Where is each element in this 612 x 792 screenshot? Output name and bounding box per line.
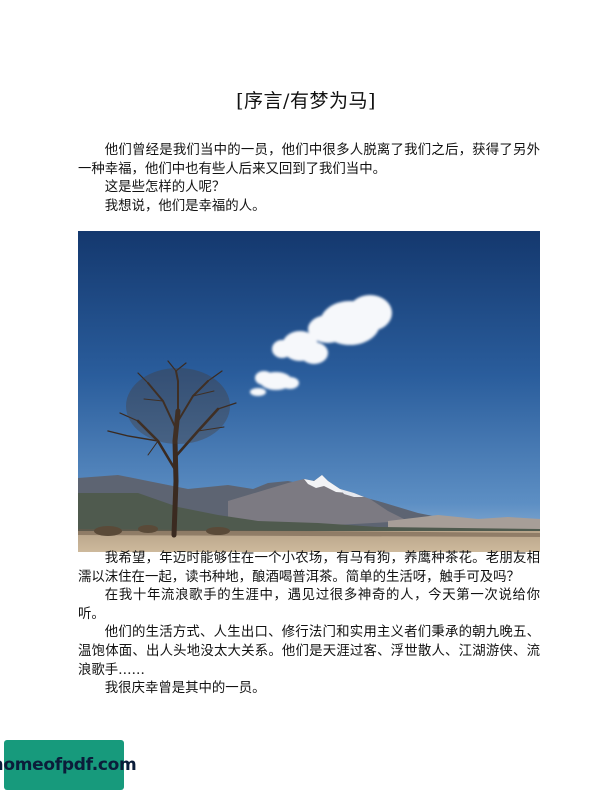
landscape-photo <box>78 231 540 552</box>
body-section: 我希望，年迈时能够住在一个小农场，有马有狗，养鹰种茶花。老朋友相濡以沫住在一起，… <box>78 550 540 699</box>
watermark-text: homeofpdf.com <box>0 755 137 775</box>
page-title: [序言/有梦为马] <box>236 90 376 112</box>
intro-section: 他们曾经是我们当中的一员，他们中很多人脱离了我们之后，获得了另外一种幸福，他们中… <box>78 142 540 216</box>
intro-paragraph: 他们曾经是我们当中的一员，他们中很多人脱离了我们之后，获得了另外一种幸福，他们中… <box>78 143 540 177</box>
body-paragraph: 我希望，年迈时能够住在一个小农场，有马有狗，养鹰种茶花。老朋友相濡以沫住在一起，… <box>78 551 540 585</box>
body-paragraph: 我很庆幸曾是其中的一员。 <box>104 681 266 697</box>
watermark-badge[interactable]: homeofpdf.com <box>0 740 137 790</box>
body-paragraph: 他们的生活方式、人生出口、修行法门和实用主义者们秉承的朝九晚五、温饱体面、出人头… <box>78 625 540 678</box>
body-paragraph: 在我十年流浪歌手的生涯中，遇见过很多神奇的人，今天第一次说给你听。 <box>78 588 540 622</box>
intro-paragraph: 我想说，他们是幸福的人。 <box>104 198 266 214</box>
intro-paragraph: 这是些怎样的人呢？ <box>104 180 226 196</box>
